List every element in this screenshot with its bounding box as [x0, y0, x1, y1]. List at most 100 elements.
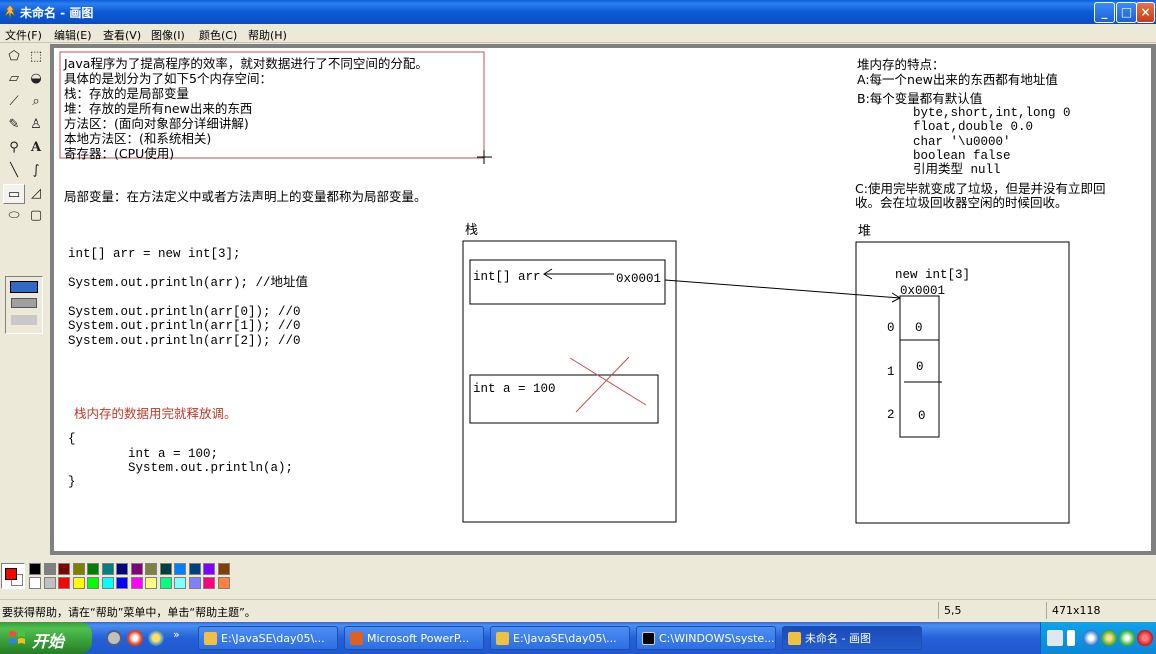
- tray-volume-icon[interactable]: [1067, 630, 1075, 646]
- quicklaunch-browser-icon[interactable]: [127, 630, 143, 646]
- taskbar: 开始 » E:\JavaSE\day05\... Microsoft Power…: [0, 622, 1156, 654]
- maximize-button[interactable]: □: [1116, 2, 1137, 23]
- polygon-icon[interactable]: ◿: [25, 184, 47, 204]
- color-swatch[interactable]: [203, 563, 215, 575]
- color-swatch[interactable]: [101, 563, 114, 575]
- quicklaunch-media-icon[interactable]: [106, 630, 122, 646]
- color-swatch[interactable]: [174, 577, 186, 589]
- tray-record-icon[interactable]: [1137, 630, 1153, 646]
- stack-arr-value: 0x0001: [616, 272, 662, 286]
- taskbar-button-paint[interactable]: 未命名 - 画图: [782, 626, 922, 650]
- stack-arr-label: int[] arr: [473, 270, 541, 284]
- start-button[interactable]: 开始: [0, 622, 92, 654]
- color-swatch[interactable]: [72, 577, 85, 589]
- title-bar[interactable]: 未命名 - 画图 _ □ ×: [0, 0, 1156, 24]
- heap-value-1: 0: [916, 360, 924, 374]
- block-line-4: }: [68, 475, 76, 489]
- fill-bucket-icon[interactable]: ◒: [25, 69, 47, 89]
- tray-status-icon[interactable]: [1119, 630, 1135, 646]
- color-swatch[interactable]: [43, 577, 56, 589]
- free-select-icon[interactable]: ⬠: [3, 47, 25, 67]
- color-swatch[interactable]: [203, 577, 215, 589]
- color-swatch[interactable]: [116, 577, 128, 589]
- menu-help[interactable]: 帮助(H): [248, 27, 287, 43]
- heap-default-2: float,double 0.0: [913, 120, 1034, 134]
- color-swatch[interactable]: [29, 577, 41, 589]
- color-swatch[interactable]: [145, 563, 157, 575]
- color-swatch[interactable]: [159, 563, 172, 575]
- color-swatch[interactable]: [130, 563, 143, 575]
- fill-only-option[interactable]: [11, 315, 37, 325]
- drawing-canvas[interactable]: Java程序为了提高程序的效率，就对数据进行了不同空间的分配。 具体的是划分为了…: [54, 48, 1151, 551]
- ellipse-icon[interactable]: ⬭: [3, 206, 25, 226]
- text-tool-icon[interactable]: A: [25, 138, 47, 158]
- foreground-color-swatch[interactable]: [5, 568, 17, 580]
- console-icon: [642, 632, 655, 645]
- color-swatch[interactable]: [58, 563, 70, 575]
- color-swatch[interactable]: [130, 577, 143, 589]
- menu-colors[interactable]: 颜色(C): [199, 27, 237, 43]
- eraser-icon[interactable]: ▱: [3, 69, 25, 89]
- taskbar-button-explorer-1[interactable]: E:\JavaSE\day05\...: [198, 626, 338, 650]
- rectangle-icon[interactable]: ▭: [3, 184, 25, 204]
- menu-edit[interactable]: 编辑(E): [54, 27, 92, 43]
- curve-icon[interactable]: ∫: [25, 161, 47, 181]
- color-swatch[interactable]: [29, 563, 41, 575]
- rounded-rect-icon[interactable]: ▢: [25, 206, 47, 226]
- color-swatch[interactable]: [217, 563, 230, 575]
- outline-fill-option[interactable]: [11, 298, 37, 308]
- code-line-7: System.out.println(arr[2]); //0: [68, 334, 301, 348]
- heap-address: 0x0001: [900, 284, 946, 298]
- stack-release-note: 栈内存的数据用完就释放调。: [74, 406, 237, 421]
- canvas-area[interactable]: Java程序为了提高程序的效率，就对数据进行了不同空间的分配。 具体的是划分为了…: [50, 44, 1156, 555]
- color-swatch[interactable]: [188, 577, 201, 589]
- intro-line-6: 本地方法区：(和系统相关): [64, 131, 212, 146]
- intro-line-3: 栈：存放的是局部变量: [64, 86, 190, 101]
- heap-box: [855, 241, 1070, 524]
- color-swatch[interactable]: [159, 577, 172, 589]
- airbrush-icon[interactable]: ⚲: [3, 138, 25, 158]
- stack-label: 栈: [465, 223, 479, 238]
- taskbar-button-cmd[interactable]: C:\WINDOWS\syste...: [636, 626, 776, 650]
- color-swatch[interactable]: [58, 577, 70, 589]
- menu-image[interactable]: 图像(I): [151, 27, 185, 43]
- color-swatch[interactable]: [72, 563, 85, 575]
- tray-display-icon[interactable]: [1047, 630, 1063, 646]
- magnifier-icon[interactable]: ⌕: [25, 92, 47, 112]
- release-cross-line-1: [569, 357, 647, 406]
- code-line-6: System.out.println(arr[1]); //0: [68, 319, 301, 333]
- color-swatch[interactable]: [217, 577, 230, 589]
- line-icon[interactable]: ╲: [3, 161, 25, 181]
- minimize-button[interactable]: _: [1094, 2, 1115, 23]
- current-colors[interactable]: [1, 563, 25, 589]
- pencil-icon[interactable]: ✎: [3, 115, 25, 135]
- block-line-1: {: [68, 432, 76, 446]
- color-swatch[interactable]: [101, 577, 114, 589]
- close-button[interactable]: ×: [1136, 2, 1155, 23]
- heap-value-0: 0: [915, 321, 923, 335]
- brush-icon[interactable]: ♙: [25, 115, 47, 135]
- menu-view[interactable]: 查看(V): [103, 27, 141, 43]
- color-swatch[interactable]: [145, 577, 157, 589]
- color-swatch[interactable]: [87, 577, 99, 589]
- color-swatch[interactable]: [116, 563, 128, 575]
- taskbar-button-powerpoint[interactable]: Microsoft PowerP...: [344, 626, 484, 650]
- powerpoint-icon: [350, 632, 363, 645]
- taskbar-button-explorer-2[interactable]: E:\JavaSE\day05\...: [490, 626, 630, 650]
- quicklaunch-ie-icon[interactable]: [148, 630, 164, 646]
- heap-new-label: new int[3]: [895, 268, 971, 282]
- color-swatch[interactable]: [188, 563, 201, 575]
- taskbar-button-label: E:\JavaSE\day05\...: [513, 632, 617, 645]
- color-picker-icon[interactable]: ⟋: [3, 92, 25, 112]
- heap-feature-b: B:每个变量都有默认值: [857, 91, 983, 106]
- tray-network-icon[interactable]: [1083, 630, 1099, 646]
- color-swatch[interactable]: [43, 563, 56, 575]
- outline-only-option[interactable]: [10, 281, 38, 293]
- color-palette: [0, 556, 1156, 598]
- quicklaunch-more-icon[interactable]: »: [173, 628, 180, 641]
- color-swatch[interactable]: [87, 563, 99, 575]
- menu-file[interactable]: 文件(F): [5, 27, 42, 43]
- color-swatch[interactable]: [174, 563, 186, 575]
- rect-select-icon[interactable]: ⬚: [25, 47, 47, 67]
- tray-app-icon[interactable]: [1101, 630, 1117, 646]
